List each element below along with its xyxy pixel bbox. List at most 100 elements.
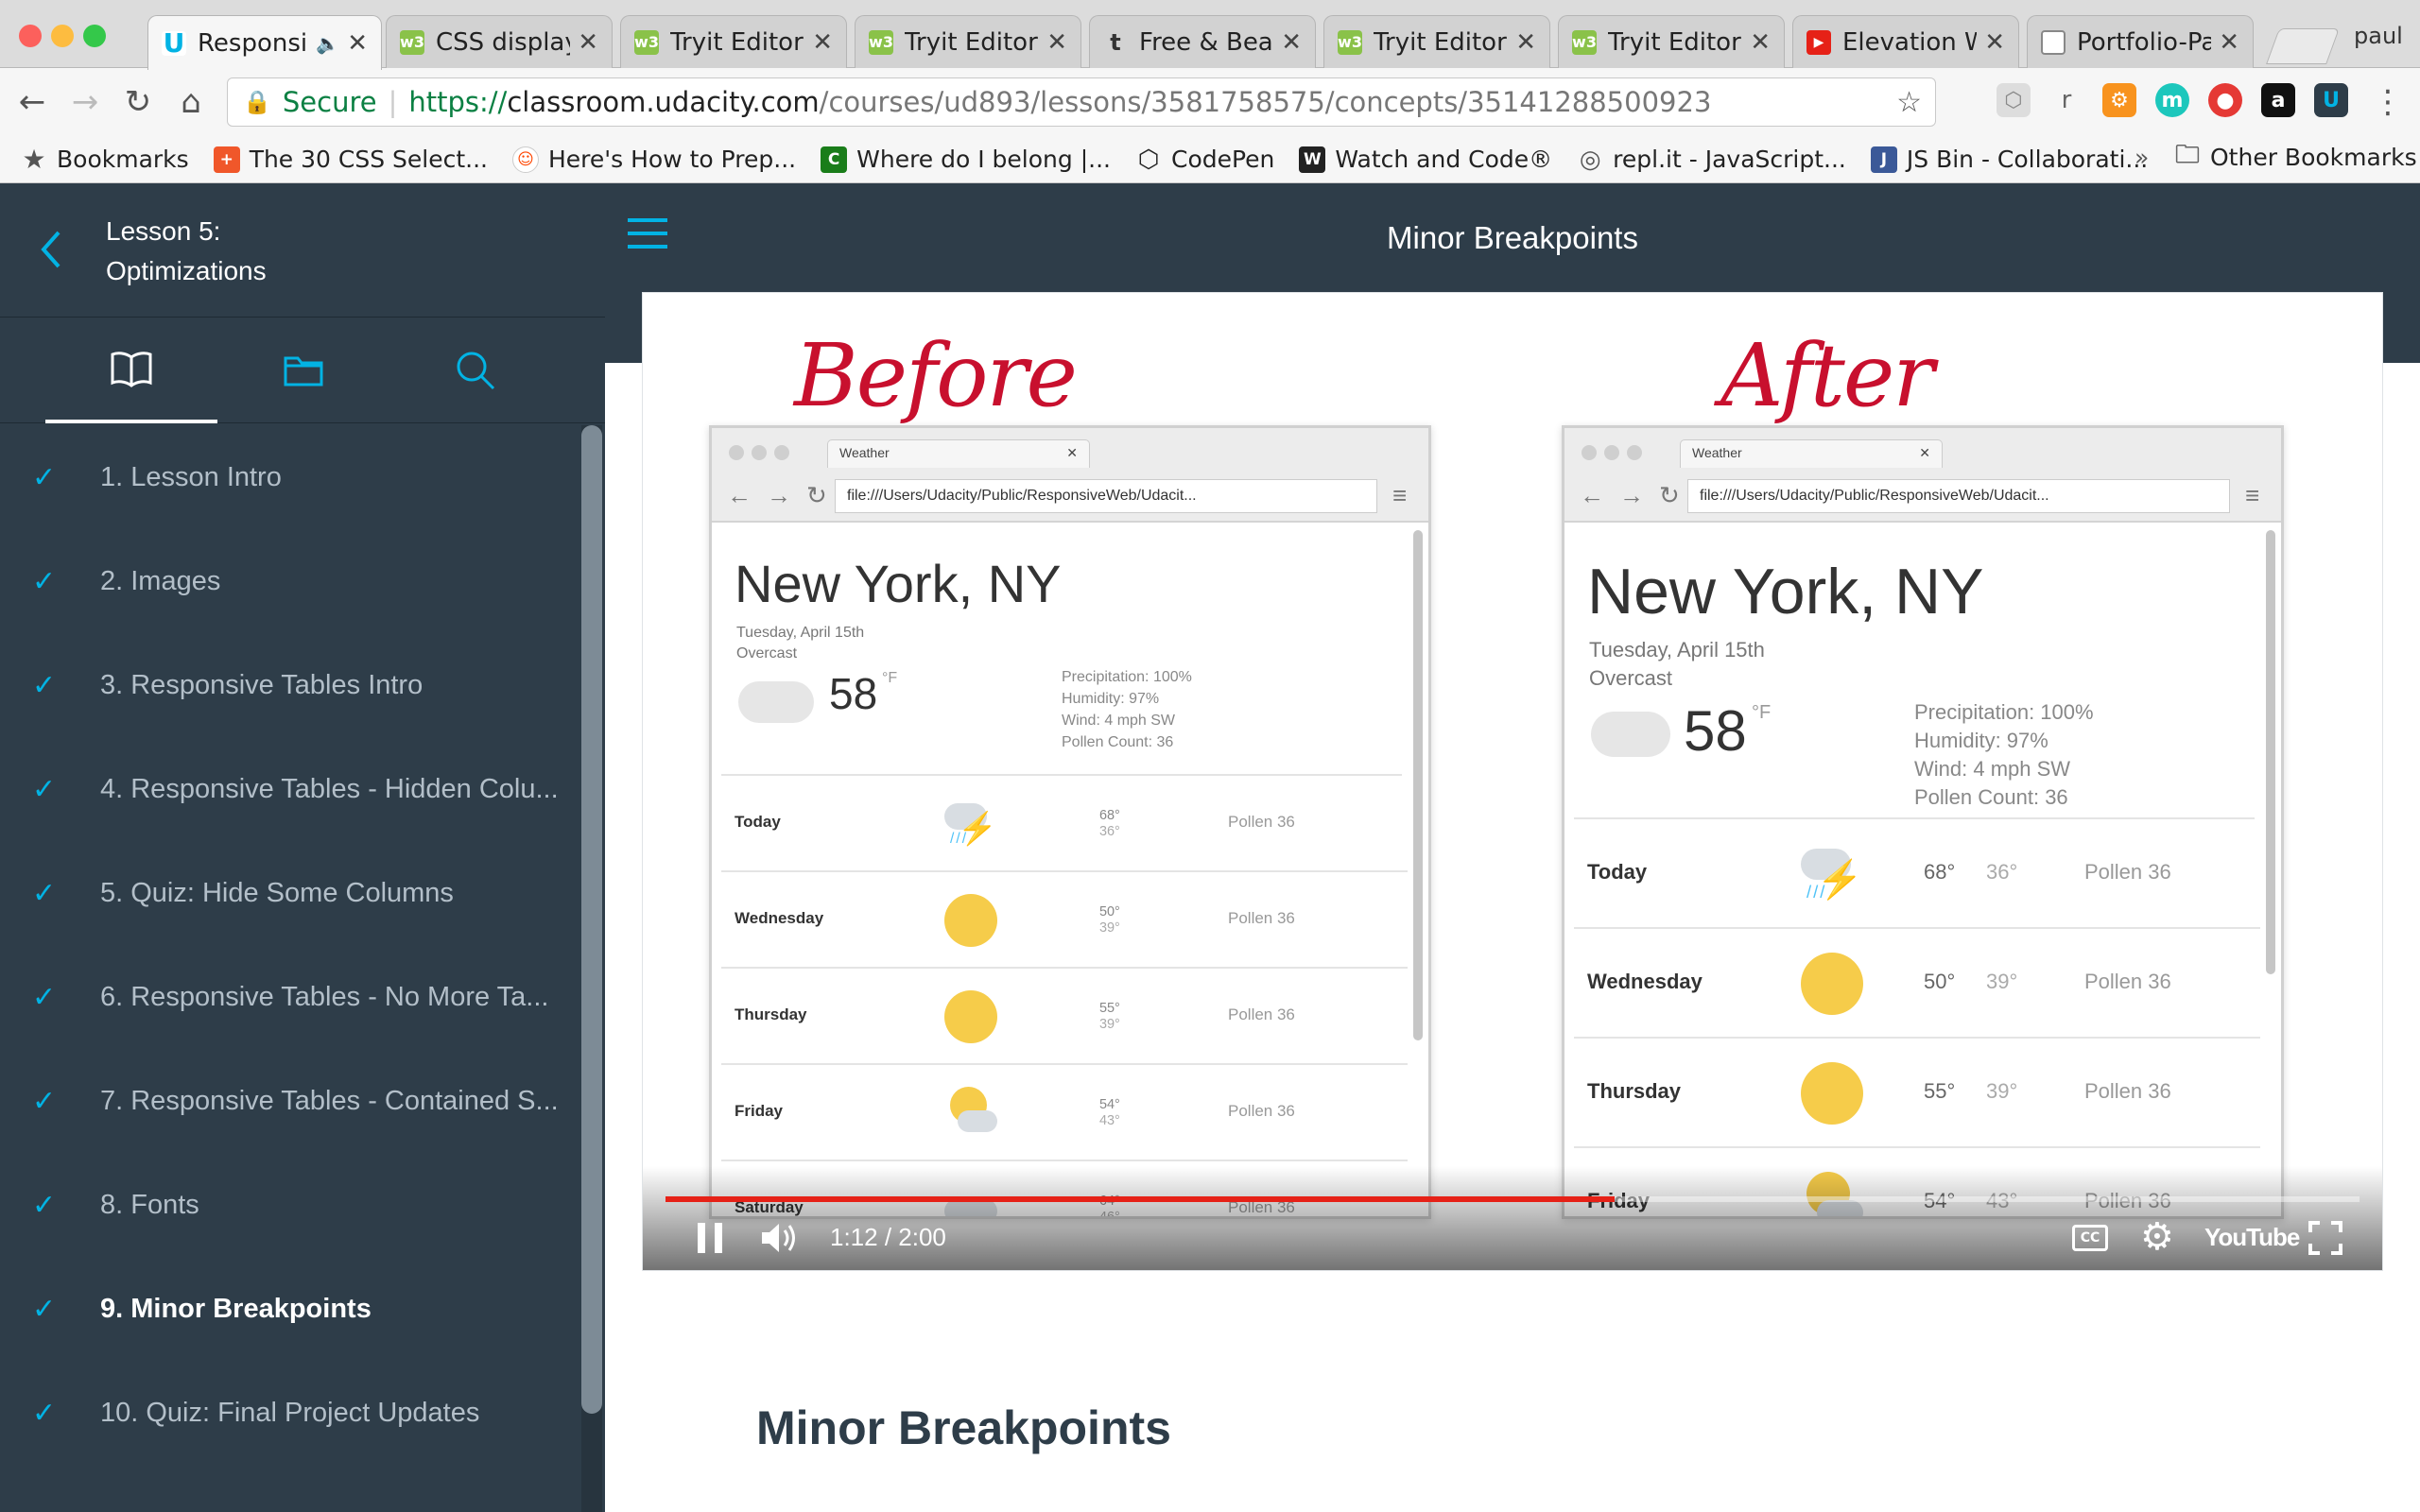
close-tab-icon[interactable]: ✕ — [1515, 28, 1536, 57]
tab-resources[interactable] — [217, 318, 389, 423]
back-chevron-icon[interactable] — [38, 229, 62, 270]
mock-menu-icon: ≡ — [1392, 481, 1408, 509]
browser-tab-active[interactable]: U Responsi 🔈 ✕ — [147, 15, 382, 70]
close-tab-icon[interactable]: ✕ — [578, 28, 598, 57]
close-window-button[interactable] — [19, 25, 42, 47]
settings-gear-icon[interactable]: ⚙ — [2140, 1215, 2174, 1259]
codepen-icon: ⬡ — [1137, 145, 1160, 174]
forecast-row: Today ⚡///68° 36° Pollen 36 — [721, 776, 1408, 872]
close-tab-icon[interactable]: ✕ — [1281, 28, 1302, 57]
url-host: classroom.udacity.com — [507, 86, 820, 118]
concept-item[interactable]: ✓ 10. Quiz: Final Project Updates — [0, 1361, 577, 1465]
r-icon[interactable]: r — [2049, 83, 2083, 117]
browser-tab[interactable]: w3 Tryit Editor v ✕ — [1558, 15, 1785, 68]
address-bar[interactable]: 🔒 Secure | https:// classroom.udacity.co… — [227, 77, 1936, 127]
fullscreen-icon[interactable] — [2308, 1221, 2342, 1255]
bookmark-item[interactable]: ⬡ CodePen — [1135, 145, 1275, 174]
tab-concepts[interactable] — [45, 318, 217, 423]
tab-search[interactable] — [389, 318, 562, 423]
browser-tab[interactable]: w3 Tryit Editor v ✕ — [855, 15, 1081, 68]
forecast-row: Friday 54°43° Pollen 36 — [721, 1065, 1408, 1161]
folder-icon — [284, 356, 323, 387]
video-player[interactable]: Before After Weather ✕ ←→↻ file:///Users/… — [643, 293, 2382, 1270]
concept-item[interactable]: ✓ 4. Responsive Tables - Hidden Colu... — [0, 737, 577, 841]
close-tab-icon[interactable]: ✕ — [2219, 28, 2239, 57]
forecast-row: Today ⚡///68° 36° Pollen 36 — [1574, 819, 2260, 929]
m-icon[interactable]: m — [2155, 83, 2189, 117]
bookmark-star-icon[interactable]: ☆ — [1896, 86, 1922, 119]
browser-tab[interactable]: Portfolio-Pa ✕ — [2027, 15, 2254, 68]
concept-item[interactable]: ✓ 2. Images — [0, 529, 577, 633]
maximize-window-button[interactable] — [83, 25, 106, 47]
new-tab-button[interactable] — [2266, 28, 2340, 64]
back-icon[interactable]: ← — [9, 79, 55, 125]
mock-url-bar: file:///Users/Udacity/Public/ResponsiveW… — [1687, 479, 2230, 513]
concept-item[interactable]: ✓ 3. Responsive Tables Intro — [0, 633, 577, 737]
concept-label: 6. Responsive Tables - No More Ta... — [100, 981, 549, 1012]
concept-item[interactable]: ✓ 9. Minor Breakpoints — [0, 1257, 577, 1361]
bookmark-item[interactable]: + The 30 CSS Select... — [213, 146, 488, 173]
volume-icon[interactable] — [760, 1221, 802, 1255]
forward-icon[interactable]: → — [62, 79, 108, 125]
reload-icon[interactable]: ↻ — [115, 79, 161, 125]
bookmark-item[interactable]: J JS Bin - Collaborati... — [1870, 146, 2148, 173]
youtube-logo[interactable]: YouTube — [2204, 1223, 2300, 1252]
document-icon — [2041, 29, 2066, 55]
close-tab-icon[interactable]: ✕ — [1750, 28, 1771, 57]
browser-tab[interactable]: t Free & Beaut ✕ — [1089, 15, 1316, 68]
audio-icon[interactable]: 🔈 — [316, 32, 339, 55]
close-tab-icon[interactable]: ✕ — [1046, 28, 1067, 57]
folder-icon: 🗀 — [2174, 140, 2200, 169]
hubspot-icon[interactable]: ⚙ — [2102, 83, 2136, 117]
close-tab-icon[interactable]: ✕ — [1984, 28, 2005, 57]
concept-item[interactable]: ✓ 8. Fonts — [0, 1153, 577, 1257]
concept-label: 5. Quiz: Hide Some Columns — [100, 877, 454, 908]
browser-tab[interactable]: ▶ Elevation Wo ✕ — [1792, 15, 2019, 68]
concept-item[interactable]: ✓ 1. Lesson Intro — [0, 425, 577, 529]
bookmark-item[interactable]: ☺ Here's How to Prep... — [512, 146, 796, 173]
other-bookmarks[interactable]: 🗀 Other Bookmarks — [2174, 140, 2417, 172]
mock-condition: Overcast — [736, 645, 798, 662]
pause-icon[interactable] — [694, 1221, 726, 1255]
sun-icon — [944, 990, 997, 1043]
concept-label: 9. Minor Breakpoints — [100, 1293, 372, 1324]
browser-tab[interactable]: w3 Tryit Editor v ✕ — [620, 15, 847, 68]
bookmark-item[interactable]: ◎ repl.it - JavaScript... — [1577, 146, 1846, 174]
amazon-icon[interactable]: a — [2261, 83, 2295, 117]
close-tab-icon[interactable]: ✕ — [812, 28, 833, 57]
mock-temp-unit: °F — [882, 670, 898, 686]
concept-item[interactable]: ✓ 5. Quiz: Hide Some Columns — [0, 841, 577, 945]
storm-icon: ⚡/// — [1801, 843, 1863, 905]
browser-tab[interactable]: w3 Tryit Editor v ✕ — [1323, 15, 1550, 68]
minimize-window-button[interactable] — [51, 25, 74, 47]
checkmark-icon: ✓ — [32, 461, 57, 493]
forecast-day: Friday — [735, 1102, 784, 1121]
menu-dots-icon[interactable]: ⋮ — [2365, 79, 2411, 125]
captions-icon[interactable]: CC — [2072, 1225, 2108, 1251]
bookmark-item[interactable]: ★ Bookmarks — [21, 144, 188, 175]
forecast-pollen: Pollen 36 — [1228, 813, 1295, 832]
forecast-row: Wednesday 50° 39° Pollen 36 — [1574, 929, 2260, 1039]
mock-nav-icons: ←→↻ — [727, 481, 842, 509]
codecademy-icon: C — [821, 146, 848, 173]
home-icon[interactable]: ⌂ — [168, 79, 214, 125]
bookmarks-overflow-button[interactable]: » — [2135, 144, 2149, 171]
concept-item[interactable]: ✓ 6. Responsive Tables - No More Ta... — [0, 945, 577, 1049]
profile-name[interactable]: paul — [2354, 23, 2403, 49]
browser-tab-strip: U Responsi 🔈 ✕ w3 CSS display ✕ w3 Tryit… — [0, 0, 2420, 70]
sidebar-scrollbar-thumb[interactable] — [581, 425, 602, 1414]
tomato-icon[interactable]: ● — [2208, 83, 2242, 117]
bookmark-item[interactable]: W Watch and Code® — [1299, 146, 1552, 173]
udacity-ext-icon[interactable]: U — [2314, 83, 2348, 117]
close-tab-icon[interactable]: ✕ — [347, 29, 368, 58]
plus-icon: + — [213, 146, 240, 173]
checkmark-icon: ✓ — [32, 1293, 57, 1325]
youtube-icon: ▶ — [1806, 29, 1831, 55]
forecast-day: Thursday — [1587, 1078, 1682, 1103]
search-icon — [457, 352, 495, 390]
bookmark-item[interactable]: C Where do I belong |... — [821, 146, 1111, 173]
cube-icon[interactable]: ⬡ — [1996, 83, 2031, 117]
browser-tab[interactable]: w3 CSS display ✕ — [386, 15, 613, 68]
concept-item[interactable]: ✓ 7. Responsive Tables - Contained S... — [0, 1049, 577, 1153]
book-icon — [111, 352, 152, 387]
